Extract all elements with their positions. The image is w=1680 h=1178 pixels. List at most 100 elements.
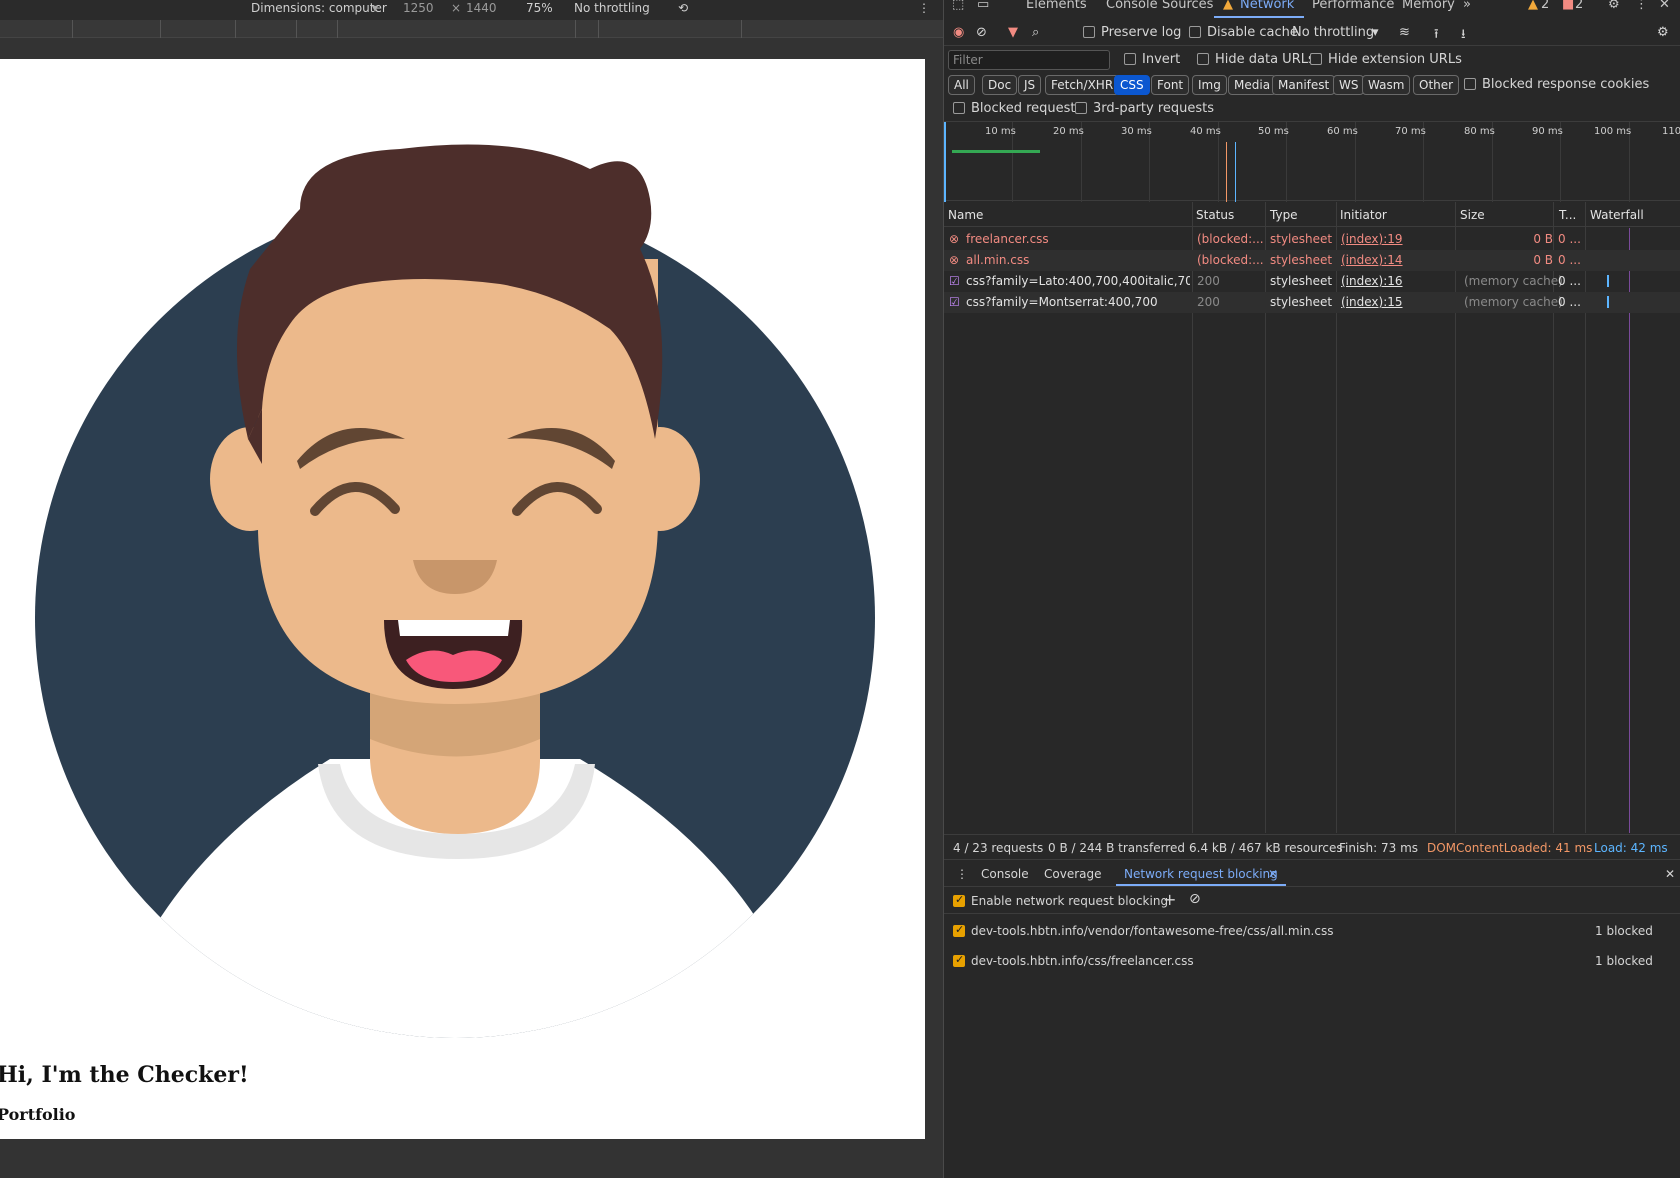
enable-blocking-checkbox[interactable]: Enable network request blocking <box>953 893 1168 908</box>
disable-cache-label: Disable cache <box>1207 25 1298 40</box>
table-row[interactable]: ⊗ all.min.css (blocked:... stylesheet (i… <box>944 250 1680 271</box>
search-icon[interactable]: ⌕ <box>1032 25 1039 40</box>
page-subtitle: Portfolio <box>0 1105 76 1124</box>
record-icon[interactable]: ◉ <box>953 25 964 40</box>
request-status: (blocked:... <box>1197 253 1263 267</box>
network-settings-icon[interactable]: ⚙ <box>1657 25 1669 40</box>
invert-checkbox[interactable]: Invert <box>1124 52 1180 67</box>
type-chip-css[interactable]: CSS <box>1114 75 1150 95</box>
devtools-tabbar: ⬚ ▭ Elements Console Sources ▲ Network P… <box>944 0 1680 18</box>
type-chip-wasm[interactable]: Wasm <box>1362 75 1411 95</box>
height-input[interactable]: 1440 <box>466 1 497 15</box>
request-initiator[interactable]: (index):14 <box>1341 253 1403 267</box>
request-initiator[interactable]: (index):19 <box>1341 232 1403 246</box>
blocked-pattern-item[interactable]: dev-tools.hbtn.info/vendor/fontawesome-f… <box>944 916 1680 946</box>
type-chip-manifest[interactable]: Manifest <box>1272 75 1336 95</box>
tab-console[interactable]: Console <box>1106 0 1158 12</box>
request-initiator[interactable]: (index):16 <box>1341 274 1403 288</box>
import-har-icon[interactable]: ⭱ <box>1434 25 1439 47</box>
col-time[interactable]: T... <box>1559 208 1576 222</box>
type-chip-fetch[interactable]: Fetch/XHR <box>1045 75 1120 95</box>
blocked-cookies-checkbox[interactable]: Blocked response cookies <box>1464 77 1649 92</box>
remove-all-icon[interactable]: ⊘ <box>1189 891 1201 907</box>
type-chip-all[interactable]: All <box>948 75 975 95</box>
type-chip-js[interactable]: JS <box>1018 75 1042 95</box>
throttle-select[interactable]: No throttling <box>574 1 650 15</box>
drawer-tab-console[interactable]: Console <box>981 867 1029 881</box>
col-size[interactable]: Size <box>1460 208 1485 222</box>
col-waterfall[interactable]: Waterfall <box>1590 208 1644 222</box>
inspect-icon[interactable]: ⬚ <box>952 0 964 12</box>
width-input[interactable]: 1250 <box>403 1 434 15</box>
request-type: stylesheet <box>1270 274 1333 288</box>
waterfall-bar <box>1607 275 1609 287</box>
network-overview-timeline[interactable]: 10 ms 20 ms 30 ms 40 ms 50 ms 60 ms 70 m… <box>944 121 1680 202</box>
pattern-checkbox[interactable] <box>953 923 971 938</box>
zoom-select[interactable]: 75% <box>526 1 553 15</box>
dimensions-select[interactable]: Dimensions: computer <box>251 1 387 15</box>
hide-data-urls-checkbox[interactable]: Hide data URLs <box>1197 52 1315 67</box>
device-viewport: Dimensions: computer ▾ 1250 × 1440 75% N… <box>0 0 943 1178</box>
col-initiator[interactable]: Initiator <box>1340 208 1387 222</box>
filter-icon[interactable]: ▼ <box>1008 25 1018 40</box>
tab-network[interactable]: Network <box>1240 0 1294 12</box>
drawer-tab-request-blocking[interactable]: Network request blocking <box>1124 867 1278 881</box>
col-status[interactable]: Status <box>1196 208 1234 222</box>
filter-input[interactable]: Filter <box>948 50 1110 70</box>
gear-icon[interactable]: ⚙ <box>1608 0 1620 12</box>
preserve-log-checkbox[interactable]: Preserve log <box>1083 25 1181 40</box>
drawer-tab-coverage[interactable]: Coverage <box>1044 867 1102 881</box>
blocked-pattern-item[interactable]: dev-tools.hbtn.info/css/freelancer.css 1… <box>944 946 1680 976</box>
type-chip-other[interactable]: Other <box>1413 75 1460 95</box>
request-name[interactable]: all.min.css <box>966 253 1029 267</box>
third-party-checkbox[interactable]: 3rd-party requests <box>1075 101 1214 116</box>
throttling-select[interactable]: No throttling <box>1292 25 1374 40</box>
col-name[interactable]: Name <box>948 208 983 222</box>
request-name[interactable]: freelancer.css <box>966 232 1049 246</box>
pattern-url[interactable]: dev-tools.hbtn.info/vendor/fontawesome-f… <box>971 924 1333 938</box>
close-icon[interactable]: ✕ <box>1659 0 1670 12</box>
more-tabs-icon[interactable]: » <box>1463 0 1471 12</box>
error-count[interactable]: 2 <box>1575 0 1583 12</box>
close-tab-icon[interactable]: ✕ <box>1268 867 1278 881</box>
more-icon[interactable]: ⋮ <box>918 1 930 15</box>
type-chip-img[interactable]: Img <box>1192 75 1227 95</box>
type-chip-doc[interactable]: Doc <box>982 75 1018 95</box>
disable-cache-checkbox[interactable]: Disable cache <box>1189 25 1298 40</box>
request-table-header: Name Status Type Initiator Size T... Wat… <box>944 202 1680 227</box>
pattern-url[interactable]: dev-tools.hbtn.info/css/freelancer.css <box>971 954 1194 968</box>
hide-extension-urls-checkbox[interactable]: Hide extension URLs <box>1310 52 1462 67</box>
chevron-down-icon: ▾ <box>372 1 379 15</box>
request-size: (memory cache) <box>1464 274 1563 288</box>
extra-filters: Blocked requests 3rd-party requests <box>944 98 1680 120</box>
request-initiator[interactable]: (index):15 <box>1341 295 1403 309</box>
table-row[interactable]: ☑ css?family=Lato:400,700,400italic,700i… <box>944 271 1680 292</box>
timeline-tick: 110 <box>1662 126 1680 137</box>
add-pattern-icon[interactable]: + <box>1163 890 1176 909</box>
drawer-menu-icon[interactable]: ⋮ <box>956 867 968 881</box>
network-conditions-icon[interactable]: ≋ <box>1399 25 1410 40</box>
type-chip-media[interactable]: Media <box>1228 75 1277 95</box>
tab-sources[interactable]: Sources <box>1162 0 1213 12</box>
col-type[interactable]: Type <box>1270 208 1298 222</box>
request-name[interactable]: css?family=Lato:400,700,400italic,700ita… <box>966 274 1190 288</box>
close-drawer-icon[interactable]: ✕ <box>1665 867 1675 881</box>
request-name[interactable]: css?family=Montserrat:400,700 <box>966 295 1158 309</box>
more-icon[interactable]: ⋮ <box>1635 0 1648 12</box>
tab-elements[interactable]: Elements <box>1026 0 1087 12</box>
table-row[interactable]: ⊗ freelancer.css (blocked:... stylesheet… <box>944 229 1680 250</box>
type-chip-font[interactable]: Font <box>1151 75 1190 95</box>
blocked-requests-checkbox[interactable]: Blocked requests <box>953 101 1082 116</box>
type-chip-ws[interactable]: WS <box>1333 75 1365 95</box>
request-size: 0 B <box>1533 253 1553 267</box>
warning-count[interactable]: 2 <box>1541 0 1549 12</box>
export-har-icon[interactable]: ⭳ <box>1461 25 1466 47</box>
pattern-count: 1 blocked <box>1595 954 1653 968</box>
tab-memory[interactable]: Memory <box>1402 0 1455 12</box>
clear-icon[interactable]: ⊘ <box>976 25 987 40</box>
table-row[interactable]: ☑ css?family=Montserrat:400,700 200 styl… <box>944 292 1680 313</box>
device-toggle-icon[interactable]: ▭ <box>977 0 989 12</box>
rotate-icon[interactable]: ⟲ <box>678 1 688 15</box>
pattern-checkbox[interactable] <box>953 953 971 968</box>
tab-performance[interactable]: Performance <box>1312 0 1394 12</box>
